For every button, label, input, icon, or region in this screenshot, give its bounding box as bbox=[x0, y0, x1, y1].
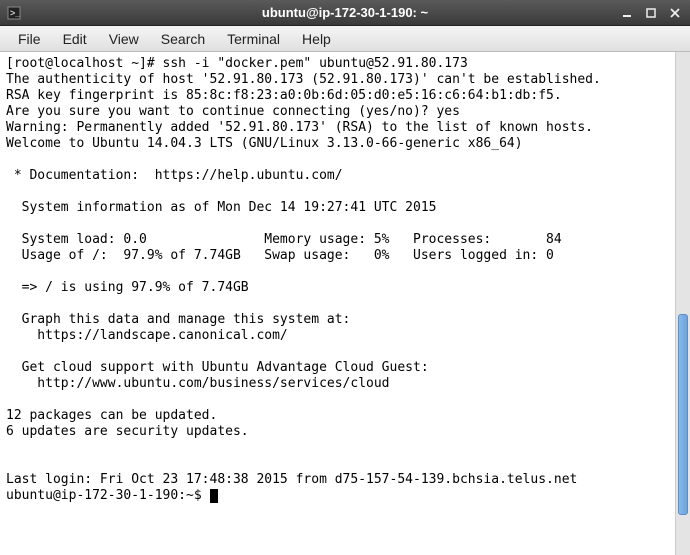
terminal-line: Last login: Fri Oct 23 17:48:38 2015 fro… bbox=[6, 472, 577, 487]
terminal-output[interactable]: [root@localhost ~]# ssh -i "docker.pem" … bbox=[0, 52, 675, 555]
terminal-line: Get cloud support with Ubuntu Advantage … bbox=[6, 360, 429, 375]
terminal-line: 6 updates are security updates. bbox=[6, 424, 249, 439]
minimize-button[interactable] bbox=[616, 4, 638, 22]
cursor-icon bbox=[210, 489, 218, 503]
terminal-line: Warning: Permanently added '52.91.80.173… bbox=[6, 120, 593, 135]
scroll-thumb[interactable] bbox=[678, 314, 688, 515]
window-titlebar: >_ ubuntu@ip-172-30-1-190: ~ bbox=[0, 0, 690, 26]
menu-file[interactable]: File bbox=[8, 29, 51, 49]
terminal-line: 12 packages can be updated. bbox=[6, 408, 217, 423]
terminal-app-icon: >_ bbox=[6, 5, 22, 21]
scrollbar[interactable] bbox=[675, 52, 690, 555]
menubar: File Edit View Search Terminal Help bbox=[0, 26, 690, 52]
menu-edit[interactable]: Edit bbox=[53, 29, 97, 49]
svg-text:>_: >_ bbox=[10, 8, 21, 18]
menu-search[interactable]: Search bbox=[151, 29, 215, 49]
terminal-line: Welcome to Ubuntu 14.04.3 LTS (GNU/Linux… bbox=[6, 136, 523, 151]
terminal-line: Are you sure you want to continue connec… bbox=[6, 104, 460, 119]
terminal-container: [root@localhost ~]# ssh -i "docker.pem" … bbox=[0, 52, 690, 555]
terminal-line: Usage of /: 97.9% of 7.74GB Swap usage: … bbox=[6, 248, 554, 263]
terminal-line: * Documentation: https://help.ubuntu.com… bbox=[6, 168, 343, 183]
terminal-line: System load: 0.0 Memory usage: 5% Proces… bbox=[6, 232, 562, 247]
menu-help[interactable]: Help bbox=[292, 29, 341, 49]
window-title: ubuntu@ip-172-30-1-190: ~ bbox=[262, 5, 428, 20]
terminal-line: http://www.ubuntu.com/business/services/… bbox=[6, 376, 390, 391]
terminal-line: System information as of Mon Dec 14 19:2… bbox=[6, 200, 436, 215]
terminal-line: https://landscape.canonical.com/ bbox=[6, 328, 288, 343]
menu-view[interactable]: View bbox=[99, 29, 149, 49]
terminal-prompt: ubuntu@ip-172-30-1-190:~$ bbox=[6, 488, 210, 503]
menu-terminal[interactable]: Terminal bbox=[217, 29, 290, 49]
terminal-line: => / is using 97.9% of 7.74GB bbox=[6, 280, 249, 295]
maximize-button[interactable] bbox=[640, 4, 662, 22]
terminal-line: The authenticity of host '52.91.80.173 (… bbox=[6, 72, 601, 87]
terminal-line: Graph this data and manage this system a… bbox=[6, 312, 350, 327]
window-controls bbox=[616, 4, 686, 22]
terminal-line: [root@localhost ~]# ssh -i "docker.pem" … bbox=[6, 56, 468, 71]
terminal-line: RSA key fingerprint is 85:8c:f8:23:a0:0b… bbox=[6, 88, 562, 103]
close-button[interactable] bbox=[664, 4, 686, 22]
